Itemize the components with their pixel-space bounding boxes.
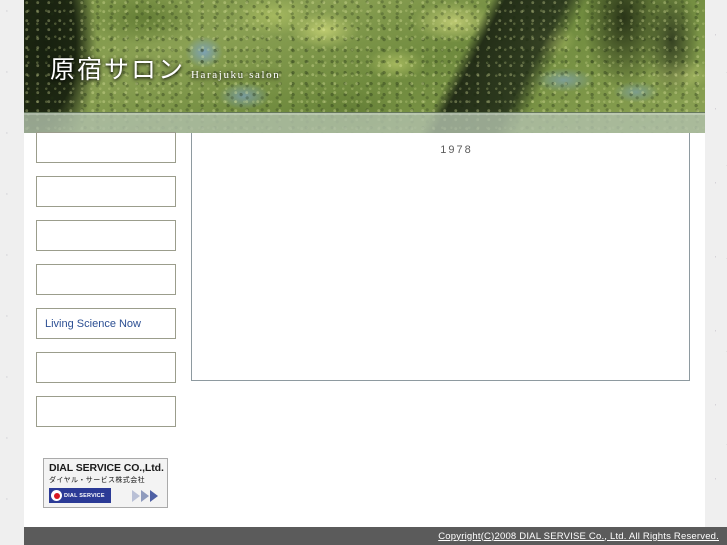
content-year-label: 1978 <box>440 144 473 156</box>
dial-service-circle-icon <box>51 490 62 501</box>
site-title-japanese: 原宿サロン <box>50 57 186 84</box>
main-content-panel: 1978 <box>191 133 690 381</box>
header-bottom-band <box>24 112 705 133</box>
sidebar-item-7[interactable] <box>36 396 176 427</box>
arrow-right-icon-3 <box>150 489 158 502</box>
sidebar-item-living-science-now[interactable]: Living Science Now <box>36 308 176 339</box>
sidebar-item-1[interactable] <box>36 132 176 163</box>
site-footer: Copyright(C)2008 DIAL SERVISE Co., Ltd. … <box>24 527 727 545</box>
arrow-right-icon-1 <box>132 489 140 502</box>
copyright-text[interactable]: Copyright(C)2008 DIAL SERVISE Co., Ltd. … <box>438 531 727 542</box>
dial-service-logo-row: DIAL SERVICE <box>49 488 162 503</box>
arrow-right-icon-2 <box>141 489 149 502</box>
sidebar-item-5-label: Living Science Now <box>45 317 141 330</box>
site-title-english: Harajuku salon <box>191 69 281 81</box>
sidebar-item-4[interactable] <box>36 264 176 295</box>
dial-service-banner[interactable]: DIAL SERVICE CO.,Ltd. ダイヤル・サービス株式会社 DIAL… <box>43 458 168 508</box>
sidebar-navigation: Living Science Now <box>36 132 188 440</box>
sidebar-item-6[interactable] <box>36 352 176 383</box>
dial-service-arrows <box>132 489 162 502</box>
site-title: 原宿サロン Harajuku salon <box>50 50 280 86</box>
dial-service-company-en: DIAL SERVICE CO.,Ltd. <box>49 462 164 474</box>
sidebar-item-2[interactable] <box>36 176 176 207</box>
dial-service-company-jp: ダイヤル・サービス株式会社 <box>49 476 145 484</box>
dial-service-logo: DIAL SERVICE <box>49 488 111 503</box>
sidebar-item-3[interactable] <box>36 220 176 251</box>
dial-service-logo-label: DIAL SERVICE <box>64 492 105 499</box>
page-container: 原宿サロン Harajuku salon Living Science Now … <box>24 0 705 545</box>
site-header: 原宿サロン Harajuku salon <box>24 0 705 133</box>
